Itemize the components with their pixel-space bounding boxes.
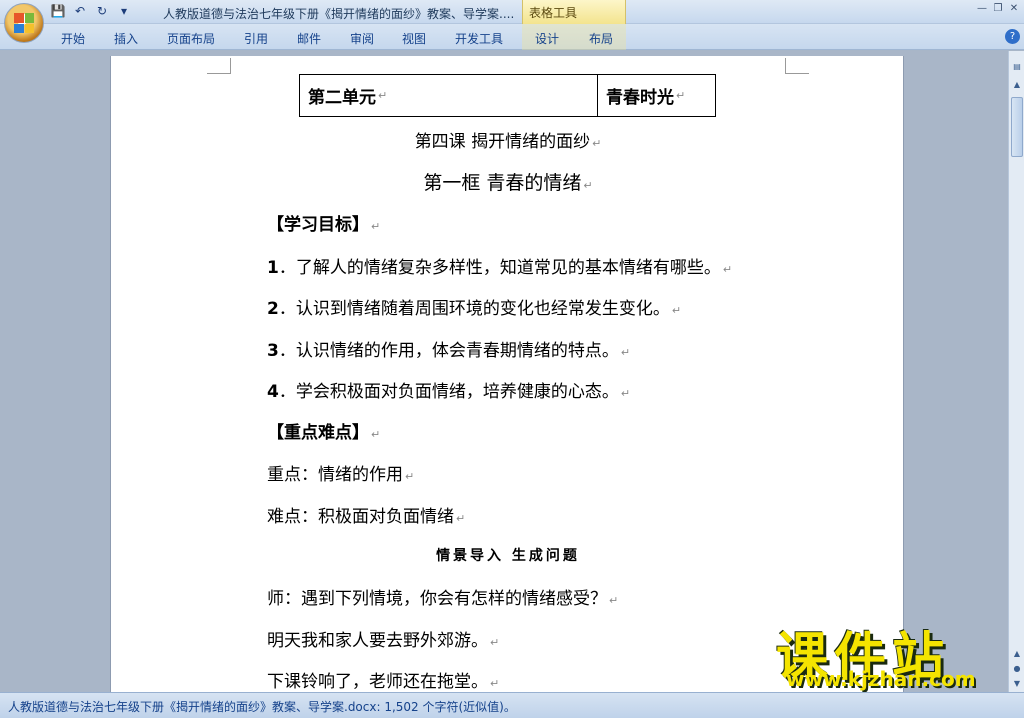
frame-title: 第一框 青春的情绪 ↵	[423, 172, 593, 194]
margin-corner-mark	[785, 58, 809, 74]
unit-table[interactable]: 第二单元 ↵ 青春时光 ↵	[299, 74, 716, 117]
quick-access-toolbar: 💾 ↶ ↻ ▾	[50, 3, 132, 19]
key-point: 重点：情绪的作用 ↵	[267, 465, 415, 485]
intro-heading: 情景导入 生成问题	[436, 548, 580, 564]
document-page[interactable]: 第二单元 ↵ 青春时光 ↵ 第四课 揭开情绪的面纱 ↵ 第一框 青春的情绪 ↵ 【学习目…	[110, 56, 904, 696]
site-watermark: 课件站 www.kjzhan.com	[776, 615, 1008, 693]
undo-icon[interactable]: ↶	[72, 3, 88, 19]
customize-toolbar-icon[interactable]: ▾	[116, 3, 132, 19]
window-title: 人教版道德与法治七年级下册《揭开情绪的面纱》教案、导学案....	[163, 7, 515, 21]
watermark-url: www.kjzhan.com	[786, 667, 976, 691]
situation-line: 下课铃响了，老师还在拖堂。 ↵	[267, 672, 500, 692]
difficult-point: 难点：积极面对负面情绪 ↵	[267, 507, 466, 527]
ribbon-tabs: 开始 插入 页面布局 引用 邮件 审阅 视图 开发工具 设计 布局 ?	[0, 24, 1024, 50]
table-cell[interactable]: 第二单元 ↵	[300, 75, 598, 116]
list-item: 3．认识情绪的作用，体会青春期情绪的特点。 ↵	[267, 341, 631, 361]
tab-mailings[interactable]: 邮件	[297, 30, 321, 47]
tab-insert[interactable]: 插入	[114, 30, 138, 47]
close-icon[interactable]: ✕	[1008, 2, 1020, 14]
next-page-icon[interactable]: ▼	[1010, 676, 1024, 690]
list-item: 1．了解人的情绪复杂多样性，知道常见的基本情绪有哪些。 ↵	[267, 258, 733, 278]
previous-page-icon[interactable]: ▲	[1010, 646, 1024, 660]
teacher-question: 师：遇到下列情境，你会有怎样的情绪感受？ ↵	[267, 589, 619, 609]
tab-home[interactable]: 开始	[61, 30, 85, 47]
office-button[interactable]	[4, 3, 44, 43]
tab-design[interactable]: 设计	[535, 30, 559, 47]
document-workspace: 第二单元 ↵ 青春时光 ↵ 第四课 揭开情绪的面纱 ↵ 第一框 青春的情绪 ↵ 【学习目…	[0, 51, 1008, 696]
help-icon[interactable]: ?	[1005, 29, 1020, 44]
restore-icon[interactable]: ❐	[992, 2, 1004, 14]
table-cell[interactable]: 青春时光 ↵	[598, 75, 685, 116]
scroll-up-icon[interactable]: ▲	[1010, 77, 1024, 91]
tab-references[interactable]: 引用	[244, 30, 268, 47]
window-controls: — ❐ ✕	[976, 2, 1020, 14]
tab-page-layout[interactable]: 页面布局	[167, 30, 215, 47]
objectives-heading: 【学习目标】 ↵	[267, 215, 381, 235]
list-item: 2．认识到情绪随着周围环境的变化也经常发生变化。 ↵	[267, 299, 682, 319]
tab-review[interactable]: 审阅	[350, 30, 374, 47]
vertical-scrollbar[interactable]: ▤ ▲ ▲ ● ▼	[1008, 51, 1024, 692]
select-browse-object-icon[interactable]: ●	[1010, 661, 1024, 675]
status-bar: 人教版道德与法治七年级下册《揭开情绪的面纱》教案、导学案.docx: 1,502…	[0, 692, 1024, 718]
office-logo-icon	[14, 13, 34, 33]
key-points-heading: 【重点难点】 ↵	[267, 423, 381, 443]
status-text: 人教版道德与法治七年级下册《揭开情绪的面纱》教案、导学案.docx: 1,502…	[8, 700, 516, 714]
tab-view[interactable]: 视图	[402, 30, 426, 47]
situation-line: 明天我和家人要去野外郊游。 ↵	[267, 631, 500, 651]
scrollbar-thumb[interactable]	[1011, 97, 1023, 157]
save-icon[interactable]: 💾	[50, 3, 66, 19]
margin-corner-mark	[207, 58, 231, 74]
tab-layout[interactable]: 布局	[589, 30, 613, 47]
table-tools-label: 表格工具	[522, 0, 626, 24]
lesson-title: 第四课 揭开情绪的面纱 ↵	[414, 132, 602, 152]
tab-developer[interactable]: 开发工具	[455, 30, 503, 47]
redo-icon[interactable]: ↻	[94, 3, 110, 19]
list-item: 4．学会积极面对负面情绪，培养健康的心态。 ↵	[267, 382, 631, 402]
minimize-icon[interactable]: —	[976, 2, 988, 14]
title-bar: 💾 ↶ ↻ ▾ 人教版道德与法治七年级下册《揭开情绪的面纱》教案、导学案....…	[0, 0, 1024, 24]
ruler-toggle-icon[interactable]: ▤	[1010, 59, 1024, 73]
